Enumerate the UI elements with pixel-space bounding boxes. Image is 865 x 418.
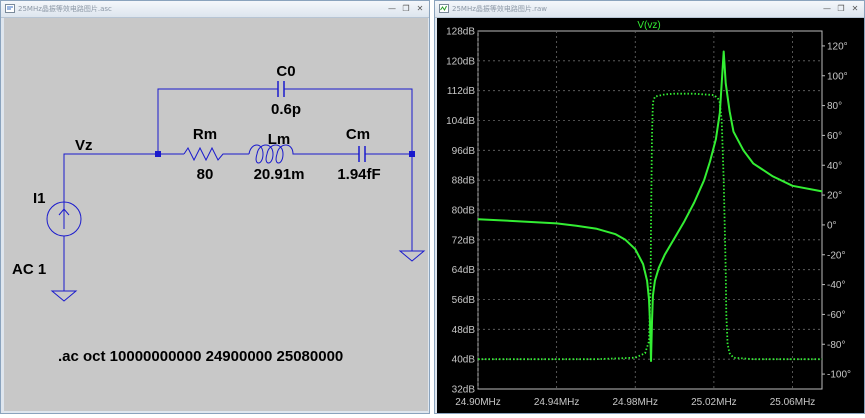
schematic-drawing: Vz I1 AC 1 C0 0.6p Rm 80 Lm 20.91m Cm 1.…: [12, 63, 426, 365]
plot-window-title: 25MHz晶振等效电路图片.raw: [452, 5, 548, 13]
x-axis-ticks: 24.90MHz 24.94MHz 24.98MHz 25.02MHz 25.06MHz: [455, 397, 815, 408]
left-tick-label: 104dB: [446, 116, 475, 127]
rm-name: Rm: [193, 126, 217, 143]
x-tick-label: 24.98MHz: [612, 397, 658, 408]
node-label-vz: Vz: [75, 137, 93, 154]
right-tick-label: 120°: [827, 41, 848, 52]
junction-node-left[interactable]: [155, 151, 161, 157]
c0-name: C0: [276, 63, 295, 80]
x-tick-label: 24.90MHz: [455, 397, 501, 408]
right-tick-label: 60°: [827, 131, 842, 142]
cm-name: Cm: [346, 126, 370, 143]
lm-value: 20.91m: [254, 166, 305, 183]
left-axis-ticks: 32dB 40dB 48dB 56dB 64dB 72dB 80dB 88dB 96dB 104d…: [446, 27, 475, 396]
x-tick-label: 25.06MHz: [770, 397, 816, 408]
right-tick-label: -60°: [827, 310, 845, 321]
right-tick-label: -100°: [827, 370, 851, 381]
schematic-titlebar[interactable]: 25MHz晶振等效电路图片.asc — ❐ ✕: [1, 1, 429, 18]
cm-value: 1.94fF: [337, 166, 380, 183]
spice-directive[interactable]: .ac oct 10000000000 24900000 25080000: [58, 348, 343, 365]
right-tick-label: 80°: [827, 101, 842, 112]
source-value: AC 1: [12, 261, 46, 278]
cm-capacitor[interactable]: [353, 146, 412, 162]
x-tick-label: 25.02MHz: [691, 397, 737, 408]
minimize-button[interactable]: —: [821, 3, 833, 14]
left-tick-label: 88dB: [452, 176, 476, 187]
schematic-window-title: 25MHz晶振等效电路图片.asc: [18, 5, 112, 13]
minimize-button[interactable]: —: [386, 3, 398, 14]
left-tick-label: 112dB: [447, 86, 476, 97]
plot-window: 25MHz晶振等效电路图片.raw — ❐ ✕ V(vz) 32dB 40dB 48…: [434, 0, 865, 414]
right-tick-label: 40°: [827, 161, 842, 172]
c0-value: 0.6p: [271, 101, 301, 118]
left-tick-label: 56dB: [452, 295, 476, 306]
trace-title[interactable]: V(vz): [637, 20, 660, 31]
right-tick-label: 20°: [827, 191, 842, 202]
right-axis-ticks: -100° -80° -60° -40° -20° 0° 20° 40° 60° 80° 100° 1…: [822, 41, 851, 381]
close-button[interactable]: ✕: [849, 3, 861, 14]
rm-resistor[interactable]: [183, 146, 249, 162]
right-ground-symbol[interactable]: [398, 250, 426, 262]
waveform-file-icon: [439, 4, 449, 13]
left-tick-label: 64dB: [452, 265, 476, 276]
plot-titlebar[interactable]: 25MHz晶振等效电路图片.raw — ❐ ✕: [435, 1, 864, 18]
vertical-grid: [477, 31, 793, 389]
lm-name: Lm: [268, 131, 291, 148]
c0-branch-wire[interactable]: [157, 88, 266, 154]
left-tick-label: 80dB: [452, 206, 476, 217]
waveform-plot: V(vz) 32dB 40dB 48dB 56dB 64dB 72dB 80dB 88dB 96…: [446, 20, 851, 408]
restore-button[interactable]: ❐: [835, 3, 847, 14]
c0-capacitor[interactable]: [266, 81, 296, 97]
schematic-window: 25MHz晶振等效电路图片.asc — ❐ ✕ Vz I1 AC 1 C0 0.…: [0, 0, 430, 414]
right-tick-label: 100°: [827, 71, 848, 82]
right-tick-label: -80°: [827, 340, 845, 351]
c0-branch-wire-right[interactable]: [296, 88, 413, 154]
left-tick-label: 40dB: [452, 355, 476, 366]
right-tick-label: -20°: [827, 250, 845, 261]
source-name: I1: [33, 190, 46, 207]
schematic-canvas[interactable]: Vz I1 AC 1 C0 0.6p Rm 80 Lm 20.91m Cm 1.…: [4, 18, 428, 411]
close-button[interactable]: ✕: [414, 3, 426, 14]
x-tick-label: 24.94MHz: [534, 397, 580, 408]
left-tick-label: 120dB: [446, 56, 475, 67]
junction-node-right[interactable]: [409, 151, 415, 157]
schematic-file-icon: [5, 4, 15, 13]
right-tick-label: 0°: [827, 220, 837, 231]
left-tick-label: 72dB: [452, 235, 476, 246]
left-tick-label: 32dB: [452, 385, 476, 396]
vz-wire[interactable]: [63, 153, 184, 219]
left-tick-label: 128dB: [446, 27, 475, 38]
restore-button[interactable]: ❐: [400, 3, 412, 14]
source-ground-symbol[interactable]: [50, 290, 78, 302]
lm-inductor[interactable]: [248, 144, 353, 164]
waveform-plot-pane[interactable]: V(vz) 32dB 40dB 48dB 56dB 64dB 72dB 80dB 88dB 96…: [437, 18, 864, 413]
traces: [477, 50, 823, 362]
left-tick-label: 48dB: [452, 325, 476, 336]
right-tick-label: -40°: [827, 280, 845, 291]
rm-value: 80: [197, 166, 214, 183]
left-tick-label: 96dB: [452, 146, 476, 157]
